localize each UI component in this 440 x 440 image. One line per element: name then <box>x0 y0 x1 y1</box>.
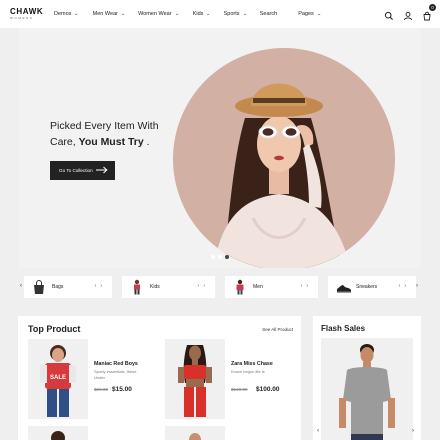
bag-icon <box>32 279 46 295</box>
nav-item-pages[interactable]: Pages ⌄ <box>298 11 321 17</box>
category-kids[interactable]: Kids ‹› <box>122 276 215 298</box>
category-arrows: ‹› <box>197 283 209 289</box>
product-image[interactable] <box>165 339 225 419</box>
product-image[interactable]: SALE <box>28 339 88 419</box>
chevron-down-icon: ⌄ <box>120 11 126 17</box>
category-label: Sneakers <box>356 284 378 290</box>
search-icon[interactable] <box>384 8 394 20</box>
hero-headline-line2: Care, <box>50 136 79 148</box>
slider-dot-1[interactable] <box>211 255 215 259</box>
hero-headline-end: . <box>143 136 150 148</box>
arrow-right-icon <box>96 166 108 175</box>
nav-item-label: Pages <box>298 11 314 17</box>
header-actions: 0 <box>384 4 436 21</box>
nav-item-kids[interactable]: Kids ⌄ <box>193 11 211 17</box>
category-label: Bags <box>52 284 64 290</box>
nav-item-demos[interactable]: Demos ⌄ <box>54 11 79 17</box>
chevron-down-icon: ⌄ <box>242 11 248 17</box>
svg-text:SALE: SALE <box>50 375 66 381</box>
product-old-price: $20.00 <box>94 387 109 392</box>
category-label: Kids <box>150 284 160 290</box>
slider-dot-2[interactable] <box>218 255 222 259</box>
product-card[interactable]: SALE Maniac Red Boys Sporty essentials, … <box>28 339 158 419</box>
chevron-down-icon: ⌄ <box>74 11 80 17</box>
nav-item-label: Demos <box>54 11 72 17</box>
category-arrows: ‹› <box>94 283 106 289</box>
flash-sale-product-image[interactable] <box>321 338 413 440</box>
sneaker-icon <box>336 279 352 295</box>
category-arrows: ‹› <box>398 283 410 289</box>
product-description: Sporty essentials, these Under <box>94 369 137 380</box>
nav-item-label: Men Wear <box>92 11 118 17</box>
category-carousel: ‹ Bags ‹› Kids ‹› Men ‹› Sneakers ‹› › <box>18 276 421 298</box>
user-icon[interactable] <box>403 8 413 21</box>
logo[interactable]: CHAWK WOMENS <box>10 8 43 20</box>
category-arrows: ‹› <box>300 283 312 289</box>
nav-item-men-wear[interactable]: Men Wear ⌄ <box>92 11 126 17</box>
kid-thumbnail-icon <box>130 279 144 295</box>
product-name[interactable]: Maniac Red Boys <box>94 361 138 367</box>
section-title: Flash Sales <box>321 324 366 333</box>
product-old-price: $120.00 <box>231 387 248 392</box>
chevron-down-icon: ⌄ <box>206 11 212 17</box>
hero-headline: Picked Every Item With Care, You Must Tr… <box>50 118 200 150</box>
nav-item-label: Women Wear <box>138 11 172 17</box>
product-image[interactable] <box>165 426 225 440</box>
nav-item-search[interactable]: Search <box>260 11 277 17</box>
site-header: CHAWK WOMENS Demos ⌄ Men Wear ⌄ Women Wear… <box>0 0 440 28</box>
category-men[interactable]: Men ‹› <box>225 276 318 298</box>
main-nav: Demos ⌄ Men Wear ⌄ Women Wear ⌄ Kids ⌄ Sport… <box>54 0 321 28</box>
category-bags[interactable]: Bags ‹› <box>24 276 112 298</box>
hero-model-image <box>173 48 395 268</box>
category-sneakers[interactable]: Sneakers ‹› <box>328 276 416 298</box>
nav-item-label: Search <box>259 11 278 17</box>
category-label: Men <box>253 284 263 290</box>
page: CHAWK WOMENS Demos ⌄ Men Wear ⌄ Women Wear… <box>0 0 440 440</box>
top-product-section: Top Product See All Product SALE Maniac … <box>18 316 301 440</box>
chevron-left-icon[interactable]: ‹ <box>317 428 319 434</box>
go-to-collection-label: Go To Collection <box>59 168 93 173</box>
chevron-right-icon[interactable]: › <box>412 428 414 434</box>
cart-count-badge: 0 <box>429 4 436 11</box>
cart-icon[interactable]: 0 <box>422 4 436 21</box>
nav-item-label: Sports <box>223 11 240 17</box>
hero-headline-line1: Picked Every Item With <box>50 120 159 132</box>
product-name[interactable]: Zara Miss Chase <box>231 361 273 367</box>
nav-item-sports[interactable]: Sports ⌄ <box>223 11 248 17</box>
hero-slider-dots <box>211 255 229 259</box>
hero-headline-emphasis: You Must Try <box>78 136 144 148</box>
section-title: Top Product <box>28 324 81 334</box>
product-image[interactable] <box>28 426 88 440</box>
chevron-left-icon[interactable]: ‹ <box>20 283 22 289</box>
logo-text: CHAWK <box>10 7 44 16</box>
go-to-collection-button[interactable]: Go To Collection <box>50 161 115 180</box>
nav-item-women-wear[interactable]: Women Wear ⌄ <box>138 11 179 17</box>
slider-dot-3[interactable] <box>225 255 229 259</box>
hero-banner: Picked Every Item With Care, You Must Tr… <box>18 28 421 268</box>
product-price: $100.00 <box>256 386 280 393</box>
flash-sales-section: Flash Sales ‹ › <box>313 316 421 440</box>
product-price: $15.00 <box>112 386 132 393</box>
chevron-down-icon: ⌄ <box>316 11 322 17</box>
chevron-down-icon: ⌄ <box>174 11 180 17</box>
chevron-right-icon[interactable]: › <box>416 283 418 289</box>
nav-item-label: Kids <box>192 11 204 17</box>
product-card[interactable]: Zara Miss Chase Knock begun life is $120… <box>165 339 295 419</box>
product-description: Knock begun life is <box>231 369 265 374</box>
men-thumbnail-icon <box>233 279 247 295</box>
logo-subtext: WOMENS <box>10 16 34 20</box>
see-all-products-link[interactable]: See All Product <box>262 327 293 332</box>
